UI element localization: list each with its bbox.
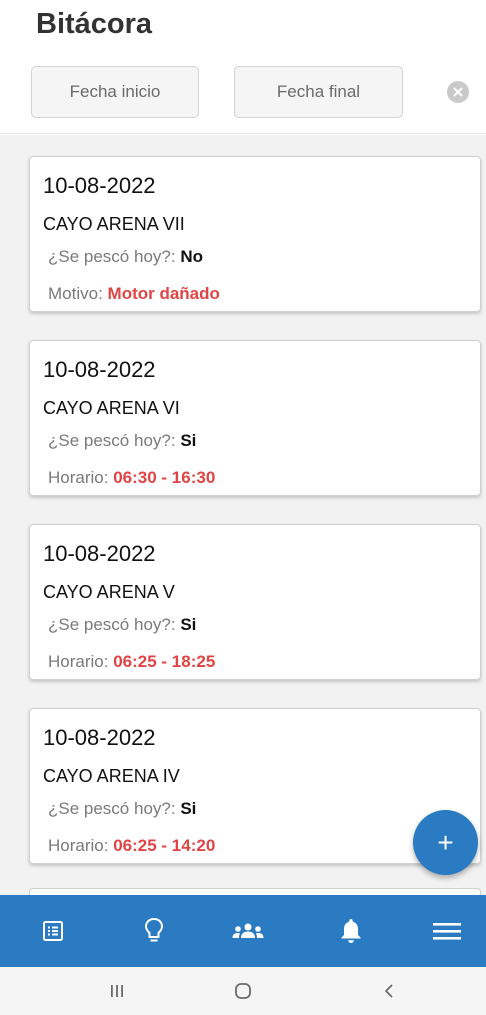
nav-groups[interactable]	[218, 895, 278, 967]
nav-ideas[interactable]	[124, 895, 184, 967]
clear-icon	[453, 87, 463, 97]
fished-label: ¿Se pescó hoy?:	[48, 799, 176, 818]
entry-fished-row: ¿Se pescó hoy?: Si	[48, 799, 196, 819]
clear-dates-button[interactable]	[447, 81, 469, 103]
entry-date: 10-08-2022	[43, 725, 156, 750]
entry-date: 10-08-2022	[43, 357, 156, 382]
group-icon	[232, 923, 264, 938]
logbook-list[interactable]: 10-08-2022 CAYO ARENA VII ¿Se pescó hoy?…	[0, 135, 486, 895]
nav-menu[interactable]	[417, 895, 477, 967]
back-icon	[385, 984, 393, 998]
home-button[interactable]	[213, 967, 273, 1015]
entry-vessel: CAYO ARENA V	[43, 582, 175, 602]
bell-icon	[341, 919, 361, 943]
recents-button[interactable]	[87, 967, 147, 1015]
entry-date: 10-08-2022	[43, 173, 156, 198]
entry-vessel: CAYO ARENA IV	[43, 766, 180, 786]
detail-value: 06:25 - 18:25	[113, 652, 216, 671]
fished-value: No	[180, 247, 203, 266]
detail-label: Horario:	[48, 652, 109, 671]
logbook-entry-card[interactable]: 10-08-2022 CAYO ARENA VII ¿Se pescó hoy?…	[29, 156, 481, 312]
entry-detail-row: Horario: 06:25 - 14:20	[48, 836, 215, 856]
end-date-field[interactable]: Fecha final	[234, 66, 403, 118]
add-entry-button[interactable]: +	[413, 810, 478, 875]
logbook-entry-card[interactable]: 10-08-2022 CAYO ARENA VI ¿Se pescó hoy?:…	[29, 340, 481, 496]
app-header: Bitácora Fecha inicio Fecha final	[0, 0, 486, 134]
nav-notifications[interactable]	[321, 895, 381, 967]
menu-icon	[433, 923, 461, 940]
entry-detail-row: Motivo: Motor dañado	[48, 284, 220, 304]
logbook-entry-card[interactable]	[29, 888, 481, 895]
page-title: Bitácora	[36, 8, 153, 40]
entry-fished-row: ¿Se pescó hoy?: Si	[48, 431, 196, 451]
bottom-navigation	[0, 895, 486, 967]
fished-value: Si	[180, 431, 197, 450]
entry-fished-row: ¿Se pescó hoy?: No	[48, 247, 203, 267]
detail-value: Motor dañado	[107, 284, 220, 303]
system-navigation-bar	[0, 967, 486, 1015]
end-date-placeholder: Fecha final	[276, 82, 361, 101]
entry-fished-row: ¿Se pescó hoy?: Si	[48, 615, 196, 635]
entry-detail-row: Horario: 06:25 - 18:25	[48, 652, 215, 672]
detail-value: 06:30 - 16:30	[113, 468, 216, 487]
fished-label: ¿Se pescó hoy?:	[48, 431, 176, 450]
entry-detail-row: Horario: 06:30 - 16:30	[48, 468, 215, 488]
detail-label: Motivo:	[48, 284, 103, 303]
back-button[interactable]	[359, 967, 419, 1015]
fished-value: Si	[180, 799, 197, 818]
logbook-entry-card[interactable]: 10-08-2022 CAYO ARENA V ¿Se pescó hoy?: …	[29, 524, 481, 680]
detail-value: 06:25 - 14:20	[113, 836, 216, 855]
entry-vessel: CAYO ARENA VI	[43, 398, 180, 418]
fished-label: ¿Se pescó hoy?:	[48, 615, 176, 634]
start-date-field[interactable]: Fecha inicio	[31, 66, 199, 118]
plus-icon: +	[437, 826, 454, 858]
entry-vessel: CAYO ARENA VII	[43, 214, 185, 234]
home-icon	[235, 983, 251, 999]
recents-icon	[111, 985, 123, 997]
lightbulb-icon	[144, 917, 164, 942]
nav-logbook[interactable]	[23, 895, 83, 967]
fished-label: ¿Se pescó hoy?:	[48, 247, 176, 266]
detail-label: Horario:	[48, 468, 109, 487]
fished-value: Si	[180, 615, 197, 634]
logbook-icon	[43, 921, 63, 941]
detail-label: Horario:	[48, 836, 109, 855]
start-date-placeholder: Fecha inicio	[69, 82, 161, 101]
entry-date: 10-08-2022	[43, 541, 156, 566]
